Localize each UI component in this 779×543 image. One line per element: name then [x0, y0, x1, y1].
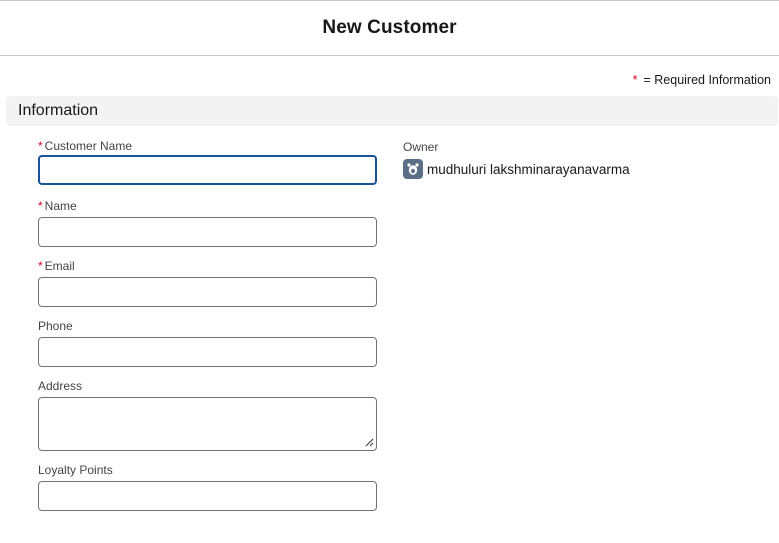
phone-input[interactable]: [38, 337, 377, 367]
owner-label: Owner: [403, 140, 439, 154]
section-title: Information: [18, 102, 99, 119]
user-avatar-icon: [403, 159, 423, 179]
phone-label-text: Phone: [38, 319, 73, 333]
email-input[interactable]: [38, 277, 377, 307]
customer-name-label: * Customer Name: [38, 139, 132, 153]
email-label-text: Email: [44, 259, 75, 273]
owner-name[interactable]: mudhuluri lakshminarayanavarma: [427, 162, 630, 177]
owner-value: mudhuluri lakshminarayanavarma: [403, 159, 630, 179]
required-star: *: [38, 199, 43, 213]
loyalty-points-label-text: Loyalty Points: [38, 463, 113, 477]
section-header-information[interactable]: Information: [6, 96, 778, 126]
required-star: *: [632, 73, 638, 87]
required-star: *: [38, 139, 43, 153]
email-label: * Email: [38, 259, 75, 273]
address-label-text: Address: [38, 379, 83, 393]
resize-handle-icon[interactable]: [364, 437, 374, 447]
loyalty-points-input[interactable]: [38, 481, 377, 511]
name-label-text: Name: [44, 199, 77, 213]
required-information-legend: * = Required Information: [633, 73, 771, 87]
customer-name-label-text: Customer Name: [44, 139, 133, 153]
address-textarea[interactable]: [38, 397, 377, 451]
name-label: * Name: [38, 199, 77, 213]
phone-label: Phone: [38, 319, 73, 333]
new-customer-modal: New Customer * = Required Information Inf…: [0, 0, 779, 543]
modal-header: New Customer: [0, 0, 779, 56]
loyalty-points-label: Loyalty Points: [38, 463, 113, 477]
name-input[interactable]: [38, 217, 377, 247]
required-legend-text: = Required Information: [643, 73, 771, 87]
customer-name-input[interactable]: [38, 155, 377, 185]
address-label: Address: [38, 379, 82, 393]
modal-title: New Customer: [322, 17, 457, 38]
required-star: *: [38, 259, 43, 273]
